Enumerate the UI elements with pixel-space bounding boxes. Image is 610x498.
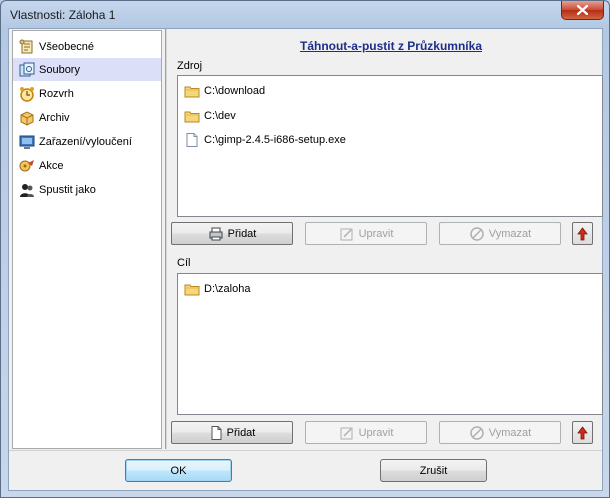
list-item[interactable]: C:\dev [184,107,236,125]
monitor-icon [18,133,35,150]
source-label: Zdroj [177,60,203,72]
button-label: OK [170,464,187,477]
delete-icon [469,226,485,241]
sidebar-item-label: Spustit jako [39,183,96,196]
add-icon [209,425,223,440]
close-button[interactable] [561,1,604,20]
alarm-clock-icon [18,85,35,102]
actions-icon [18,157,35,174]
dialog-body: Všeobecné Soubory Rozvrh Archiv Zařazení… [8,28,603,491]
scroll-icon [18,38,35,55]
target-edit-button[interactable]: Upravit [305,421,427,444]
list-item[interactable]: C:\download [184,82,265,100]
target-move-up-button[interactable] [572,421,593,444]
button-label: Upravit [358,227,394,240]
sidebar-item-label: Akce [39,159,64,172]
splitter[interactable] [165,29,167,449]
target-list[interactable]: D:\zaloha [177,273,603,415]
button-label: Přidat [226,426,256,439]
folder-icon [184,84,200,98]
source-edit-button[interactable]: Upravit [305,222,427,245]
sidebar-item-label: Soubory [39,63,80,76]
sidebar-item-include-exclude[interactable]: Zařazení/vyloučení [13,130,161,153]
sidebar-item-label: Zařazení/vyloučení [39,135,132,148]
sidebar-item-label: Rozvrh [39,87,74,100]
up-arrow-icon [577,226,588,240]
source-item-text: C:\gimp-2.4.5-i686-setup.exe [204,134,346,146]
dialog-footer: OK Zrušit [9,450,602,490]
users-icon [18,181,35,198]
close-icon [577,5,588,15]
target-label: Cíl [177,257,191,269]
button-label: Zrušit [419,464,448,477]
sidebar-item-run-as[interactable]: Spustit jako [13,178,161,201]
up-arrow-icon [577,425,588,439]
cancel-button[interactable]: Zrušit [380,459,487,482]
source-add-button[interactable]: Přidat [171,222,293,245]
add-icon [208,227,224,241]
ok-button[interactable]: OK [125,459,232,482]
edit-icon [339,426,355,440]
sidebar-item-label: Archiv [39,111,70,124]
sidebar-item-general[interactable]: Všeobecné [13,35,161,58]
title-bar[interactable]: Vlastnosti: Záloha 1 [1,1,609,28]
file-icon [184,133,200,147]
list-item[interactable]: D:\zaloha [184,280,250,298]
target-add-button[interactable]: Přidat [171,421,293,444]
explorer-drag-drop-link[interactable]: Táhnout-a-pustit z Průzkumníka [177,39,605,53]
folder-icon [184,282,200,296]
folder-icon [184,109,200,123]
source-item-text: C:\dev [204,110,236,122]
source-list[interactable]: C:\download C:\dev C:\gimp-2.4.5-i686-se… [177,75,603,217]
edit-icon [339,227,355,241]
files-icon [18,61,35,78]
sidebar-item-archive[interactable]: Archiv [13,106,161,129]
source-delete-button[interactable]: Vymazat [439,222,561,245]
sidebar-item-schedule[interactable]: Rozvrh [13,82,161,105]
category-list: Všeobecné Soubory Rozvrh Archiv Zařazení… [12,30,162,449]
delete-icon [469,425,485,440]
source-item-text: C:\download [204,85,266,97]
button-label: Přidat [227,227,257,240]
button-label: Vymazat [488,227,532,240]
window-title: Vlastnosti: Záloha 1 [10,8,116,22]
sidebar-item-label: Všeobecné [39,40,95,53]
list-item[interactable]: C:\gimp-2.4.5-i686-setup.exe [184,131,346,149]
sidebar-item-actions[interactable]: Akce [13,154,161,177]
target-delete-button[interactable]: Vymazat [439,421,561,444]
source-move-up-button[interactable] [572,222,593,245]
archive-box-icon [18,109,35,126]
button-label: Vymazat [488,426,532,439]
target-item-text: D:\zaloha [204,283,251,295]
sidebar-item-files[interactable]: Soubory [13,58,161,81]
properties-window: Vlastnosti: Záloha 1 Všeobecné Soubory R… [0,0,610,498]
button-label: Upravit [358,426,394,439]
